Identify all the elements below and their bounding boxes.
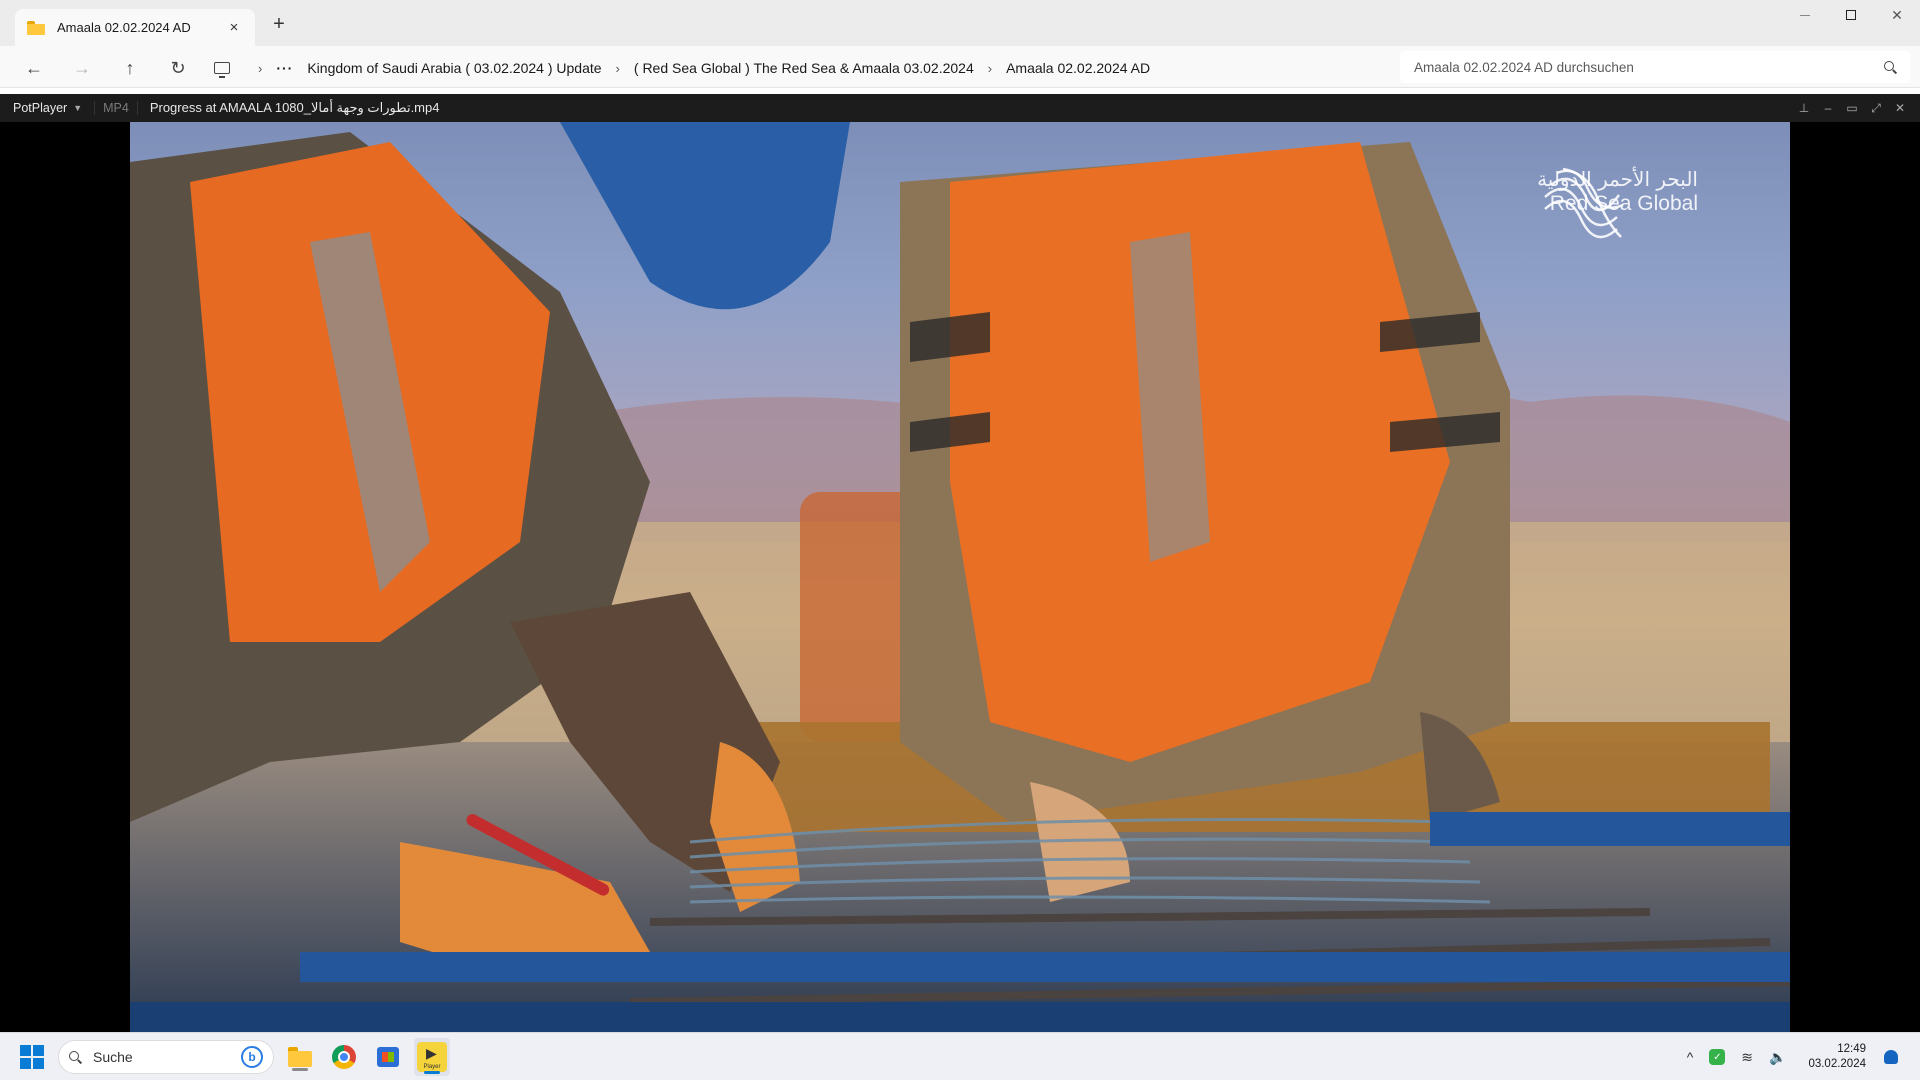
breadcrumb-overflow-button[interactable]: ···: [276, 60, 293, 76]
search-placeholder: Amaala 02.02.2024 AD durchsuchen: [1414, 59, 1634, 75]
forward-button[interactable]: →: [68, 54, 96, 82]
minimize-button[interactable]: [1782, 0, 1828, 30]
player-titlebar: PotPlayer ▼ MP4 Progress at AMAALA 1080_…: [0, 94, 1920, 122]
red-sea-global-logo-icon: [1544, 167, 1624, 239]
volume-icon[interactable]: 🔈: [1769, 1049, 1786, 1066]
minimize-icon: [1800, 14, 1810, 16]
breadcrumb-item[interactable]: Amaala 02.02.2024 AD: [1006, 60, 1150, 76]
new-tab-button[interactable]: +: [268, 14, 290, 34]
explorer-titlebar: Amaala 02.02.2024 AD × + ✕: [0, 0, 1920, 46]
breadcrumb-item[interactable]: ( Red Sea Global ) The Red Sea & Amaala …: [634, 60, 974, 76]
potplayer-icon: Player: [417, 1042, 447, 1072]
format-badge: MP4: [94, 101, 138, 115]
bing-icon[interactable]: b: [241, 1046, 263, 1068]
video-scene: [130, 122, 1790, 1032]
store-taskbar-button[interactable]: [372, 1041, 404, 1073]
potplayer-taskbar-button[interactable]: Player: [414, 1038, 450, 1076]
clock-date: 03.02.2024: [1808, 1058, 1866, 1070]
video-frame[interactable]: البحر الأحمر الدولية Red Sea Global: [130, 122, 1790, 1032]
potplayer-window: PotPlayer ▼ MP4 Progress at AMAALA 1080_…: [0, 94, 1920, 1032]
bell-icon: [1884, 1050, 1898, 1064]
video-file-title: Progress at AMAALA 1080_تطورات وجهة أمال…: [149, 100, 440, 115]
system-tray: ^ ✓ ≋ 🔈 12:49 03.02.2024: [1679, 1033, 1920, 1081]
wifi-icon[interactable]: ≋: [1741, 1049, 1753, 1066]
chrome-taskbar-button[interactable]: [328, 1041, 360, 1073]
folder-icon: [27, 20, 45, 35]
chevron-down-icon: ▼: [73, 103, 83, 113]
active-indicator: [424, 1071, 440, 1074]
breadcrumb: › ··· Kingdom of Saudi Arabia ( 03.02.20…: [214, 52, 1394, 84]
potplayer-icon-label: Player: [423, 1064, 441, 1070]
refresh-button[interactable]: ↻: [164, 54, 192, 82]
notifications-button[interactable]: [1884, 1050, 1898, 1064]
player-minimize-button[interactable]: –: [1816, 101, 1840, 115]
chrome-icon: [332, 1045, 356, 1069]
explorer-navbar: ← → ↑ ↻ › ··· Kingdom of Saudi Arabia ( …: [0, 46, 1920, 88]
breadcrumb-item[interactable]: Kingdom of Saudi Arabia ( 03.02.2024 ) U…: [307, 60, 601, 76]
maximize-button[interactable]: [1828, 0, 1874, 30]
player-window-controls: ⊥ – ▭ ⤢ ✕: [1792, 94, 1912, 122]
search-input[interactable]: Amaala 02.02.2024 AD durchsuchen: [1400, 51, 1910, 83]
red-sea-global-watermark: البحر الأحمر الدولية Red Sea Global: [1537, 167, 1708, 239]
shield-check-icon: ✓: [1709, 1049, 1726, 1065]
this-pc-icon[interactable]: [214, 62, 230, 78]
windows-logo-tile: [33, 1045, 44, 1056]
chevron-right-icon[interactable]: ›: [258, 61, 262, 76]
microsoft-store-icon: [377, 1047, 399, 1067]
tab-title: Amaala 02.02.2024 AD: [57, 20, 191, 35]
windows-logo-icon: [20, 1045, 31, 1056]
potplayer-menu-label: PotPlayer: [13, 101, 68, 115]
window-controls: ✕: [1782, 0, 1920, 32]
pin-icon[interactable]: ⊥: [1792, 101, 1816, 115]
file-explorer-icon: [288, 1047, 312, 1067]
chevron-right-icon[interactable]: ›: [988, 61, 992, 76]
player-maximize-button[interactable]: ▭: [1840, 101, 1864, 115]
search-icon: [69, 1051, 81, 1063]
windows-logo-tile: [33, 1058, 44, 1069]
running-indicator: [292, 1068, 308, 1071]
potplayer-menu-button[interactable]: PotPlayer ▼: [0, 101, 90, 115]
clock[interactable]: 12:49 03.02.2024: [1808, 1042, 1866, 1072]
search-icon: [1884, 61, 1896, 73]
player-close-button[interactable]: ✕: [1888, 101, 1912, 115]
maximize-icon: [1846, 10, 1856, 20]
back-button[interactable]: ←: [20, 54, 48, 82]
security-icon[interactable]: ✓: [1709, 1049, 1726, 1065]
clock-time: 12:49: [1837, 1043, 1866, 1055]
player-fullscreen-button[interactable]: ⤢: [1864, 101, 1888, 116]
taskbar-search-label: Suche: [93, 1049, 133, 1065]
tab-close-button[interactable]: ×: [225, 19, 243, 36]
close-window-button[interactable]: ✕: [1874, 0, 1920, 30]
start-button[interactable]: [20, 1045, 44, 1069]
taskbar-search-box[interactable]: Suche b: [58, 1040, 274, 1074]
windows-logo-tile: [20, 1058, 31, 1069]
taskbar: Suche b Player ^ ✓ ≋ 🔈 12:49 03.02.2024: [0, 1032, 1920, 1080]
show-hidden-icons-chevron[interactable]: ^: [1687, 1049, 1694, 1065]
file-explorer-taskbar-button[interactable]: [284, 1041, 316, 1073]
chevron-right-icon[interactable]: ›: [616, 61, 620, 76]
up-button[interactable]: ↑: [116, 54, 144, 82]
explorer-tab[interactable]: Amaala 02.02.2024 AD ×: [15, 9, 255, 46]
